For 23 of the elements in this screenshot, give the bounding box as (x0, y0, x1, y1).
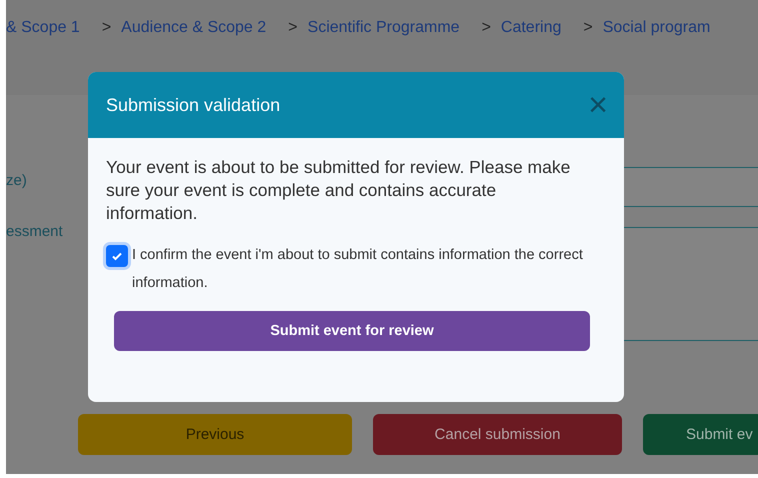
chevron-icon: > (482, 19, 491, 37)
check-icon (111, 250, 123, 262)
chevron-icon: > (288, 19, 298, 37)
chevron-icon: > (102, 19, 112, 37)
input-field[interactable] (624, 167, 758, 207)
previous-button[interactable]: Previous (78, 414, 352, 455)
dialog-title: Submission validation (106, 94, 280, 116)
cancel-button[interactable]: Cancel submission (373, 414, 622, 455)
submit-button[interactable]: Submit ev (643, 414, 758, 455)
chevron-icon: > (583, 19, 593, 37)
field-label: essment (6, 223, 64, 240)
confirm-label: I confirm the event i'm about to submit contains information the correct information. (132, 246, 584, 293)
text-area[interactable] (624, 227, 758, 341)
submit-review-button[interactable]: Submit event for review (114, 311, 590, 351)
confirm-checkbox[interactable] (106, 245, 128, 267)
dialog-message: Your event is about to be submitted for review. Please make sure your event is complete and contains accurate information. (106, 156, 572, 225)
close-button[interactable]: × (588, 88, 608, 122)
breadcrumb-link[interactable]: & Scope 1 (6, 19, 80, 37)
breadcrumb-link[interactable]: Scientific Programme (308, 19, 460, 37)
breadcrumb-link[interactable]: Catering (500, 19, 562, 37)
breadcrumb-link[interactable]: Social program (602, 19, 710, 37)
field-label: ze) (6, 172, 28, 189)
breadcrumb-link[interactable]: Audience & Scope 2 (121, 19, 266, 37)
